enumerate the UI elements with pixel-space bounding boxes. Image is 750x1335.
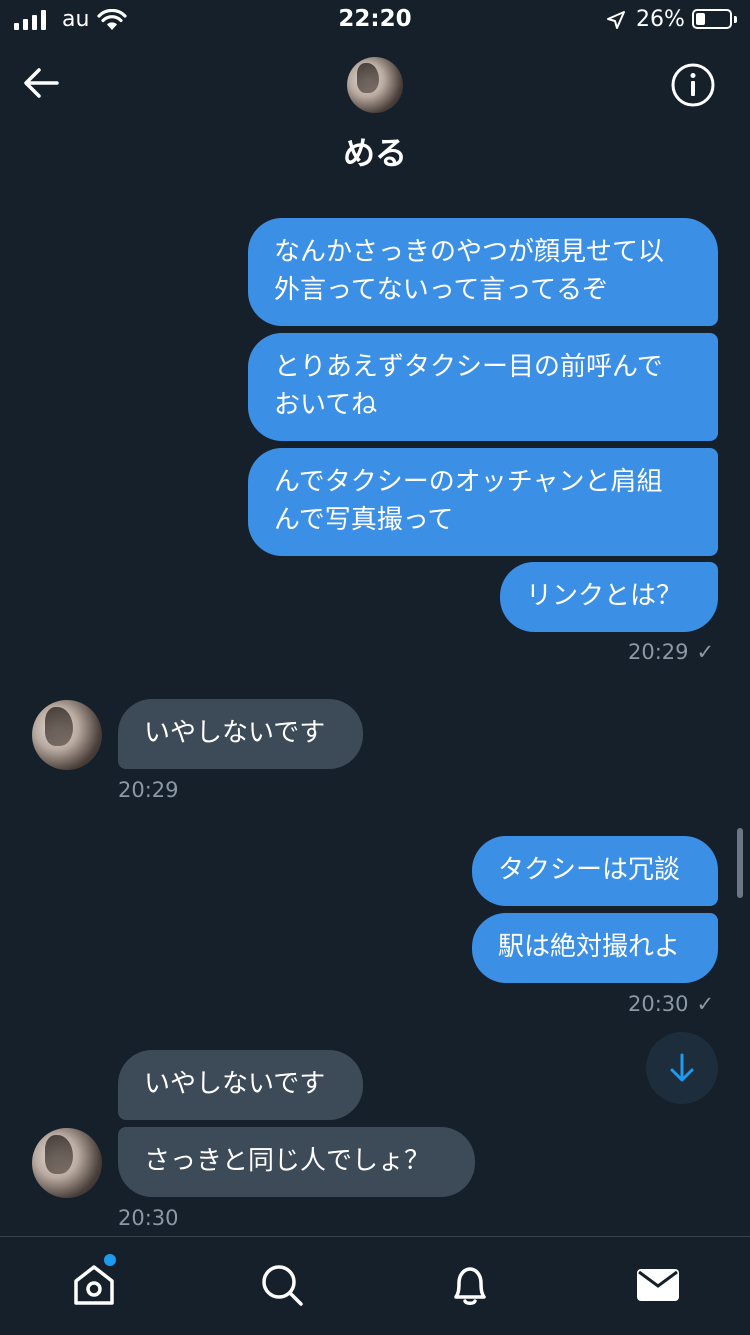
message-bubble-received[interactable]: いやしないです (118, 699, 363, 769)
notification-dot (104, 1254, 116, 1266)
battery-percent: 26% (636, 7, 685, 32)
message-bubble-sent[interactable]: 駅は絶対撮れよ (472, 913, 718, 983)
arrow-left-icon[interactable] (22, 66, 60, 100)
message-timestamp: 20:29 ✓ (628, 640, 715, 664)
arrow-down-icon (670, 1053, 694, 1082)
message-timestamp: 20:30 (118, 1206, 179, 1230)
battery-icon (692, 9, 737, 29)
home-icon[interactable] (70, 1261, 118, 1309)
scroll-to-bottom-button[interactable] (646, 1032, 718, 1104)
location-icon (607, 11, 625, 29)
contact-avatar[interactable] (32, 1128, 102, 1198)
message-timestamp: 20:29 (118, 778, 179, 802)
message-bubble-sent[interactable]: リンクとは？ (500, 562, 718, 632)
message-bubble-sent[interactable]: タクシーは冗談 (472, 836, 718, 906)
message-bubble-received[interactable]: いやしないです (118, 1050, 363, 1120)
info-icon[interactable] (670, 62, 716, 108)
scrollbar[interactable] (737, 828, 743, 898)
read-check-icon: ✓ (696, 640, 715, 664)
message-bubble-sent[interactable]: とりあえずタクシー目の前呼んで おいてね (248, 333, 718, 441)
search-icon[interactable] (258, 1261, 306, 1309)
tab-bar (0, 1236, 750, 1335)
message-bubble-received[interactable]: さっきと同じ人でしょ？ (118, 1127, 475, 1197)
read-check-icon: ✓ (696, 992, 715, 1016)
mail-icon[interactable] (634, 1261, 682, 1309)
contact-avatar[interactable] (347, 57, 403, 113)
status-bar: au 22:20 26% (0, 0, 750, 40)
message-bubble-sent[interactable]: んでタクシーのオッチャンと肩組 んで写真撮って (248, 448, 718, 556)
message-timestamp: 20:30 ✓ (628, 992, 715, 1016)
contact-avatar[interactable] (32, 700, 102, 770)
page-title[interactable]: める (0, 128, 750, 174)
bell-icon[interactable] (446, 1261, 494, 1309)
message-bubble-sent[interactable]: なんかさっきのやつが顔見せて以 外言ってないって言ってるぞ (248, 218, 718, 326)
